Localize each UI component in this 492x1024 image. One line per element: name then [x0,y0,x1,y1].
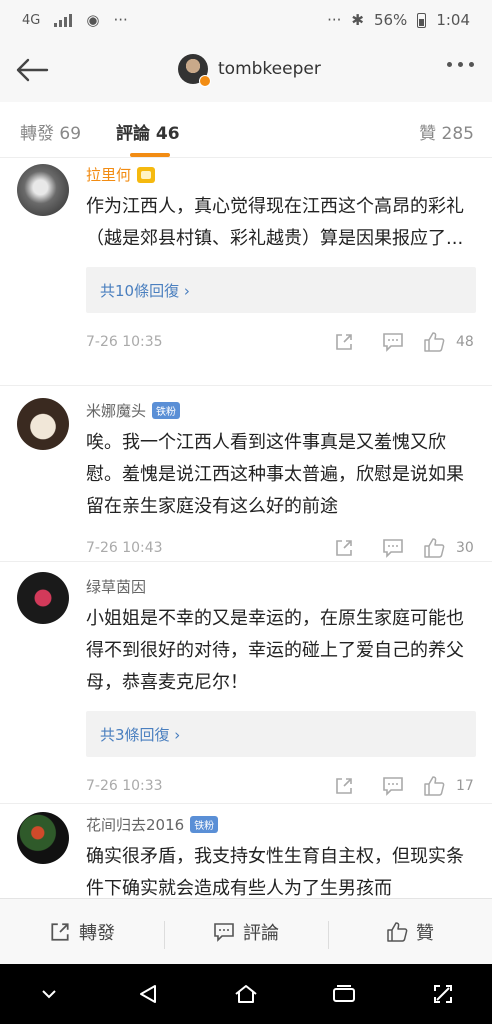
title-bar: tombkeeper [0,40,492,102]
like-button[interactable] [418,775,450,797]
nav-screenshot-button[interactable] [418,969,468,1019]
thumbs-up-icon [424,538,445,558]
list-item: 花间归去2016 铁粉 确实很矛盾，我支持女性生育自主权，但现实条件下确实就会造… [0,804,492,898]
list-item: 绿草茵因 小姐姐是不幸的又是幸运的，在原生家庭可能也得不到很好的对待，幸运的碰上… [0,562,492,804]
replies-link[interactable]: 共3條回復 › [86,711,476,757]
repost-icon [51,922,69,941]
like-count: 30 [456,540,474,556]
avatar[interactable] [17,398,69,450]
tab-comments[interactable]: 評論 46 [116,119,180,144]
active-tab-indicator [130,153,170,157]
tab-bar: 轉發 69 評論 46 贊 285 [0,102,492,158]
list-item: 米娜魔头 铁粉 唉。我一个江西人看到这件事真是又羞愧又欣慰。羞愧是说江西这种事太… [0,386,492,562]
verified-icon [199,75,211,87]
battery-percent: 56% [373,11,408,29]
like-count: 48 [456,334,474,350]
repost-action-button[interactable]: 轉發 [0,919,164,945]
comment-author[interactable]: 绿草茵因 [86,576,146,597]
comment-text: 小姐姐是不幸的又是幸运的，在原生家庭可能也得不到很好的对待，幸运的碰上了爱自己的… [86,608,464,693]
network-indicator: 4G [22,12,41,28]
repost-icon [336,334,352,350]
avatar[interactable] [17,572,69,624]
list-item: 拉里何 作为江西人，真心觉得现在江西这个高昂的彩礼（越是郊县村镇、彩礼越贵）算是… [0,158,492,386]
recents-icon [333,985,356,1002]
more-status: ··· [327,11,342,29]
comment-icon [383,333,403,352]
thumbs-up-icon [424,776,445,796]
replies-link[interactable]: 共10條回復 › [86,267,476,313]
comment-author[interactable]: 拉里何 [86,164,131,185]
more-notifications: ··· [113,11,128,29]
thumbs-up-icon [387,921,408,942]
like-label: 贊 [416,922,434,944]
system-nav-bar [0,964,492,1024]
back-button[interactable] [12,52,52,88]
comment-icon [383,777,403,796]
comment-list: 拉里何 作为江西人，真心觉得现在江西这个高昂的彩礼（越是郊县村镇、彩礼越贵）算是… [0,158,492,898]
clock: 1:04 [436,11,470,29]
page-title: tombkeeper [218,59,321,79]
more-menu-button[interactable] [447,62,474,67]
home-icon [235,985,257,1003]
reply-button[interactable] [368,776,418,796]
chevron-down-icon [42,990,56,999]
comment-author[interactable]: 花间归去2016 [86,814,184,835]
repost-icon [336,778,352,794]
action-bar: 轉發 評論 贊 [0,898,492,964]
repost-icon [336,540,352,556]
expand-icon [433,985,452,1003]
comment-action-button[interactable]: 評論 [164,919,328,949]
avatar[interactable] [17,164,69,216]
fan-badge: 铁粉 [190,816,219,833]
fan-badge: 铁粉 [152,402,181,419]
like-action-button[interactable]: 贊 [328,919,492,949]
comment-text: 作为江西人，真心觉得现在江西这个高昂的彩礼（越是郊县村镇、彩礼越贵）算是因果报应… [86,196,464,249]
avatar [178,54,211,87]
repost-label: 轉發 [79,922,115,944]
status-bar: 4G ◉ ··· ··· ✱ 56% 1:04 [0,0,492,40]
tab-repost[interactable]: 轉發 69 [20,119,81,144]
like-button[interactable] [418,331,450,353]
comment-text: 唉。我一个江西人看到这件事真是又羞愧又欣慰。羞愧是说江西这种事太普遍，欣慰是说如… [86,432,464,517]
nav-back-button[interactable] [123,969,173,1019]
battery-icon [417,12,427,28]
repost-button[interactable] [320,332,368,352]
comment-time: 7-26 10:43 [86,540,163,556]
like-count: 17 [456,778,474,794]
comment-time: 7-26 10:33 [86,778,163,794]
comment-time: 7-26 10:35 [86,334,163,350]
signal-icon [54,13,73,27]
back-arrow-icon [16,58,49,82]
vip-crown-icon [137,166,156,183]
nav-home-button[interactable] [221,969,271,1019]
comment-text: 确实很矛盾，我支持女性生育自主权，但现实条件下确实就会造成有些人为了生男孩而 [86,846,464,898]
bluetooth-icon: ✱ [351,11,364,29]
avatar[interactable] [17,812,69,864]
repost-button[interactable] [320,776,368,796]
tab-likes[interactable]: 贊 285 [419,119,474,144]
weibo-icon: ◉ [86,11,100,29]
repost-button[interactable] [320,538,368,558]
back-triangle-icon [139,985,156,1003]
comment-label: 評論 [243,922,279,944]
comment-icon [214,922,234,942]
thumbs-up-icon [424,332,445,352]
comment-author[interactable]: 米娜魔头 [86,400,146,421]
comment-icon [383,539,403,558]
like-button[interactable] [418,537,450,559]
profile-link[interactable]: tombkeeper [178,54,321,87]
nav-hide-button[interactable] [24,969,74,1019]
reply-button[interactable] [368,332,418,352]
nav-recents-button[interactable] [319,969,369,1019]
reply-button[interactable] [368,538,418,558]
